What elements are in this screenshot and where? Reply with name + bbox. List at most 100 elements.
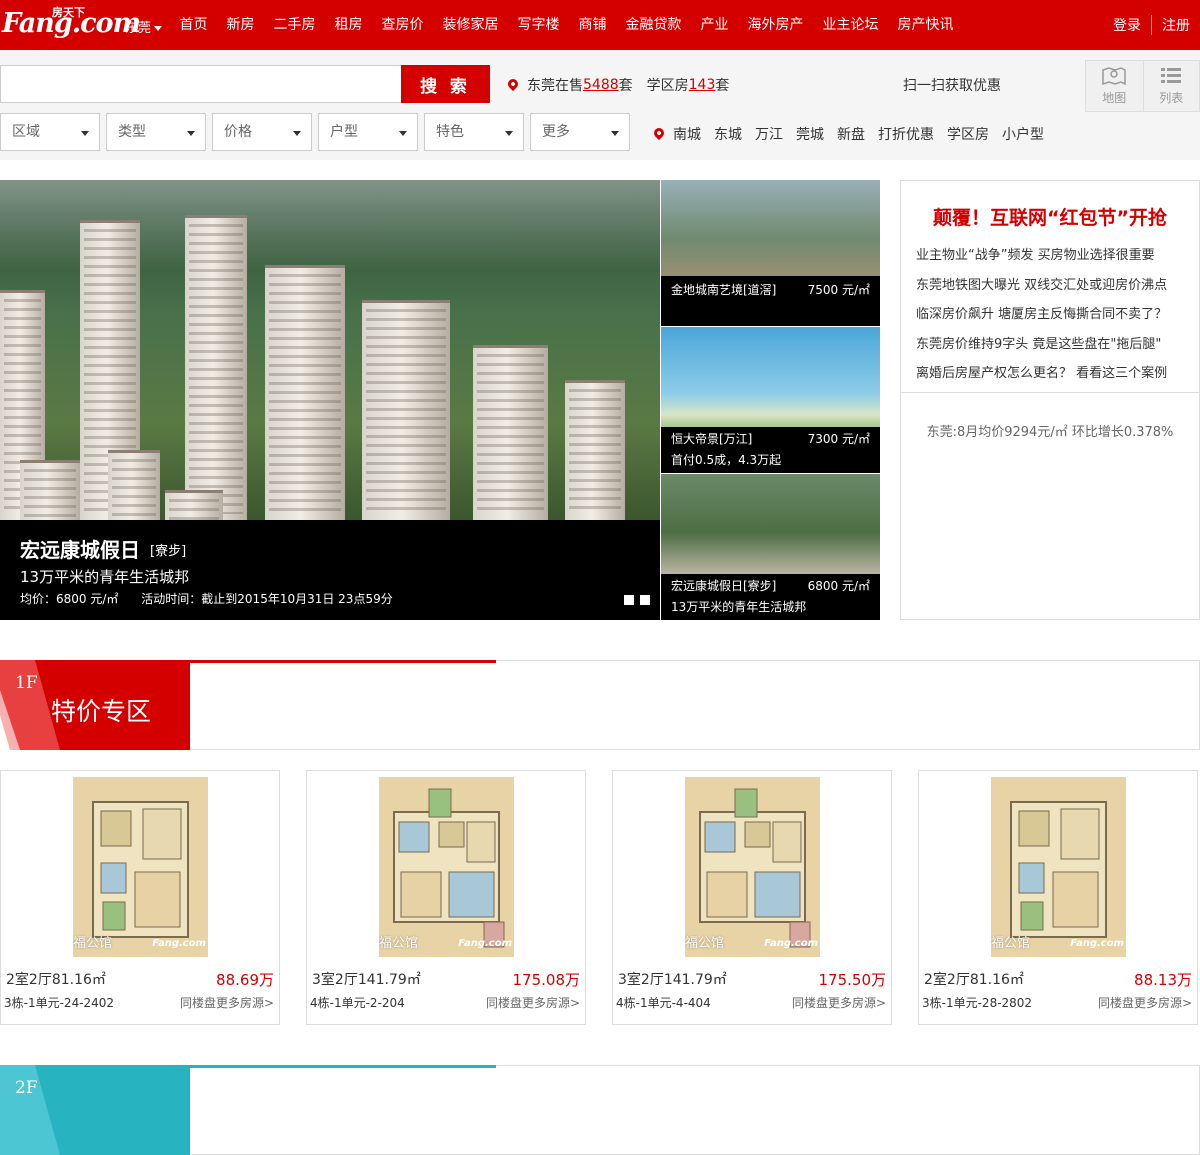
carousel-dots <box>618 595 650 605</box>
register-link[interactable]: 注册 <box>1162 15 1190 35</box>
on-sale-count-link[interactable]: 5488 <box>583 77 619 93</box>
quick-link-nancheng[interactable]: 南城 <box>673 124 701 144</box>
card-price: 88.69万 <box>216 971 274 989</box>
project-label: 福公馆 <box>991 936 1031 951</box>
filter-feature[interactable]: 特色 <box>424 113 524 151</box>
filter-label: 更多 <box>542 124 570 140</box>
nav-item-industry[interactable]: 产业 <box>691 0 738 50</box>
list-view-label: 列表 <box>1159 91 1184 105</box>
project-label: 福公馆 <box>73 936 113 951</box>
quick-link-wanjiang[interactable]: 万江 <box>755 124 783 144</box>
watermark: Fang.com <box>764 938 818 949</box>
stat-unit: 套 <box>618 78 633 94</box>
news-item[interactable]: 离婚后房屋产权怎么更名？ 看看这三个案例 <box>916 359 1191 389</box>
more-listings-link[interactable]: 同楼盘更多房源> <box>180 994 274 1011</box>
filter-district[interactable]: 区域 <box>0 113 100 151</box>
filter-label: 区域 <box>12 124 40 140</box>
quick-link-dongcheng[interactable]: 东城 <box>714 124 742 144</box>
listing-card[interactable]: 福公馆 Fang.com 3室2厅141.79㎡ 175.08万 4栋-1单元-… <box>306 770 586 1025</box>
fang-logo[interactable]: Fang.com 房天下 <box>0 4 141 46</box>
filter-price[interactable]: 价格 <box>212 113 312 151</box>
location-pin-icon <box>505 76 521 92</box>
nav-item-new-homes[interactable]: 新房 <box>217 0 264 50</box>
list-icon <box>1161 68 1182 83</box>
chevron-down-icon <box>505 131 513 136</box>
nav-item-rent[interactable]: 租房 <box>325 0 372 50</box>
quick-link-school[interactable]: 学区房 <box>947 124 989 144</box>
card-price: 175.08万 <box>512 971 581 989</box>
city-label: 东莞 <box>125 21 152 36</box>
filter-more[interactable]: 更多 <box>530 113 630 151</box>
hero-title[interactable]: 宏远康城假日 <box>20 534 140 563</box>
map-view-button[interactable]: 地图 <box>1086 61 1143 111</box>
floor-plan-drawing <box>393 788 505 948</box>
nav-item-news[interactable]: 房产快讯 <box>888 0 963 50</box>
card-price: 88.13万 <box>1134 971 1192 989</box>
quick-link-small[interactable]: 小户型 <box>1002 124 1044 144</box>
search-area: 搜 索 东莞在售 5488 套 学区房 143 套 扫一扫获取优惠 地图 列表 区域 类… <box>0 50 1200 160</box>
project-label: 福公馆 <box>379 936 419 951</box>
card-unit: 3栋-1单元-24-2402 <box>4 996 115 1010</box>
nav-item-decoration[interactable]: 装修家居 <box>433 0 508 50</box>
news-item[interactable]: 临深房价飙升 塘厦房主反悔撕合同不卖了？ <box>916 300 1191 330</box>
nav-item-resale[interactable]: 二手房 <box>264 0 325 50</box>
divider <box>1151 15 1152 35</box>
school-unit: 套 <box>715 78 730 94</box>
view-toggle: 地图 列表 <box>1085 60 1200 112</box>
nav-item-price-check[interactable]: 查房价 <box>372 0 433 50</box>
login-link[interactable]: 登录 <box>1113 15 1141 35</box>
chevron-down-icon <box>187 131 195 136</box>
hero-meta: 均价：6800 元/㎡ 活动时间：截止到2015年10月31日 23点59分 <box>20 592 393 606</box>
top-nav-bar: Fang.com 房天下 东莞 首页 新房 二手房 租房 查房价 装修家居 写字… <box>0 0 1200 50</box>
nav-item-home[interactable]: 首页 <box>170 0 217 50</box>
quick-link-new[interactable]: 新盘 <box>837 124 865 144</box>
list-view-button[interactable]: 列表 <box>1142 61 1200 111</box>
nav-item-overseas[interactable]: 海外房产 <box>738 0 813 50</box>
featured-name: 宏远康城假日[寮步] <box>671 579 777 593</box>
nav-item-shops[interactable]: 商铺 <box>569 0 616 50</box>
hero-banner[interactable]: 宏远康城假日 [寮步] 13万平米的青年生活城邦 均价：6800 元/㎡ 活动时… <box>0 180 660 620</box>
card-room: 2室2厅81.16㎡ <box>924 972 1024 988</box>
map-icon <box>1102 67 1126 86</box>
more-listings-link[interactable]: 同楼盘更多房源> <box>486 994 580 1011</box>
listing-card[interactable]: 福公馆 Fang.com 3室2厅141.79㎡ 175.50万 4栋-1单元-… <box>612 770 892 1025</box>
nav-item-forum[interactable]: 业主论坛 <box>813 0 888 50</box>
floor-title: 特价专区 <box>51 697 152 726</box>
nav-item-office[interactable]: 写字楼 <box>508 0 569 50</box>
news-item[interactable]: 东莞房价维持9字头 竟是这些盘在"拖后腿" <box>916 330 1191 360</box>
floor-2-header: 2F <box>0 1065 1200 1155</box>
featured-item[interactable]: 宏远康城假日[寮步] 6800 元/㎡ 13万平米的青年生活城邦 <box>661 474 880 620</box>
carousel-dot[interactable] <box>640 595 650 605</box>
floor-plan-image: 福公馆 Fang.com <box>685 777 820 957</box>
featured-price: 7500 元/㎡ <box>807 283 870 297</box>
filter-label: 价格 <box>224 124 252 140</box>
quick-link-guancheng[interactable]: 莞城 <box>796 124 824 144</box>
school-count-link[interactable]: 143 <box>689 77 716 93</box>
card-room: 3室2厅141.79㎡ <box>312 972 421 988</box>
featured-thumbnails: 金地城南艺境[道滘] 7500 元/㎡ 恒大帝景[万江] 7300 元/㎡ 首付0.… <box>661 180 880 620</box>
listing-card[interactable]: 福公馆 Fang.com 2室2厅81.16㎡ 88.13万 3栋-1单元-28… <box>918 770 1198 1025</box>
nav-item-finance[interactable]: 金融贷款 <box>616 0 691 50</box>
news-item[interactable]: 业主物业“战争”频发 买房物业选择很重要 <box>916 241 1191 271</box>
floor-plan-drawing <box>699 788 811 948</box>
featured-item[interactable]: 恒大帝景[万江] 7300 元/㎡ 首付0.5成，4.3万起 <box>661 327 880 473</box>
search-button[interactable]: 搜 索 <box>401 65 490 103</box>
featured-item[interactable]: 金地城南艺境[道滘] 7500 元/㎡ <box>661 180 880 326</box>
price-trend: 东莞:8月均价9294元/㎡ 环比增长0.378% <box>926 425 1174 440</box>
carousel-dot[interactable] <box>624 595 634 605</box>
scan-promo[interactable]: 扫一扫获取优惠 <box>903 75 1001 95</box>
filter-layout[interactable]: 户型 <box>318 113 418 151</box>
card-unit: 3栋-1单元-28-2802 <box>922 996 1033 1010</box>
news-headline[interactable]: 颠覆！互联网“红包节”开抢 <box>901 203 1199 230</box>
watermark: Fang.com <box>1070 938 1124 949</box>
city-switcher[interactable]: 东莞 <box>125 17 163 36</box>
news-item[interactable]: 东莞地铁图大曝光 双线交汇处或迎房价沸点 <box>916 271 1191 301</box>
featured-note: 13万平米的青年生活城邦 <box>671 600 807 614</box>
listing-card[interactable]: 福公馆 Fang.com 2室2厅81.16㎡ 88.69万 3栋-1单元-24… <box>0 770 280 1025</box>
quick-link-discount[interactable]: 打折优惠 <box>878 124 934 144</box>
filter-type[interactable]: 类型 <box>106 113 206 151</box>
filter-label: 类型 <box>118 124 146 140</box>
more-listings-link[interactable]: 同楼盘更多房源> <box>792 994 886 1011</box>
search-input[interactable] <box>0 65 402 103</box>
more-listings-link[interactable]: 同楼盘更多房源> <box>1098 994 1192 1011</box>
